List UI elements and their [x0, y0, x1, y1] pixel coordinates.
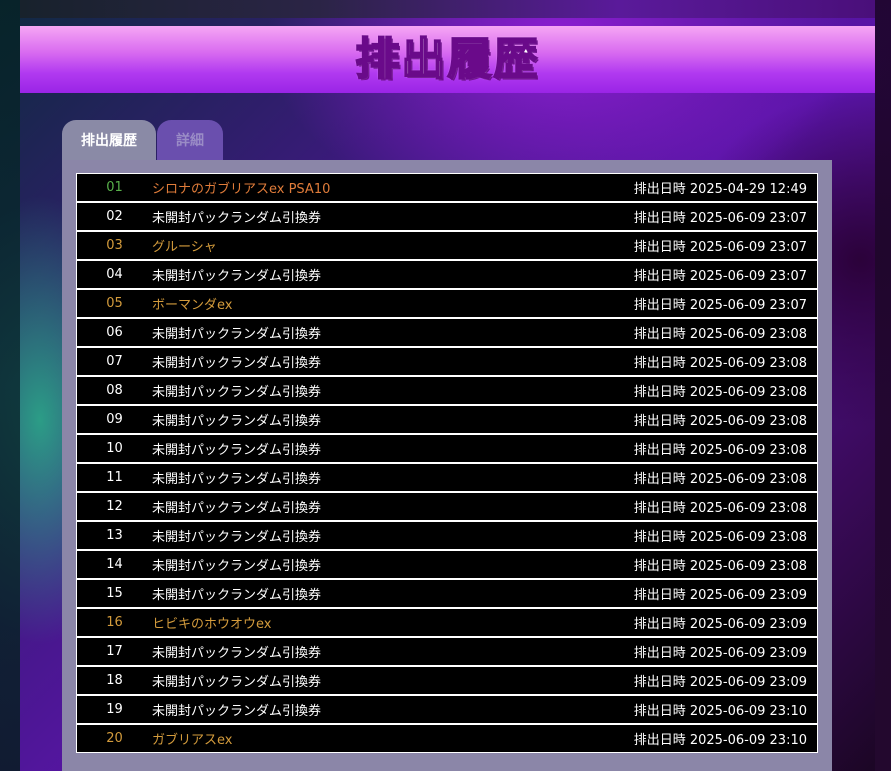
background-left-edge [0, 0, 20, 771]
history-row[interactable]: 03 グルーシャ 排出日時 2025-06-09 23:07 [77, 232, 817, 259]
history-row-timestamp: 排出日時 2025-06-09 23:08 [633, 385, 807, 400]
history-row-item-name: 未開封パックランダム引換券 [152, 443, 322, 458]
history-row[interactable]: 05 ボーマンダex 排出日時 2025-06-09 23:07 [77, 290, 817, 317]
history-row-timestamp: 排出日時 2025-06-09 23:08 [633, 559, 807, 574]
history-row-number: 12 [106, 499, 123, 514]
history-row-number: 17 [106, 644, 123, 659]
history-row-number: 08 [106, 383, 123, 398]
history-row-timestamp: 排出日時 2025-06-09 23:07 [633, 240, 807, 255]
history-row-timestamp: 排出日時 2025-04-29 12:49 [633, 182, 807, 197]
history-row[interactable]: 16 ヒビキのホウオウex 排出日時 2025-06-09 23:09 [77, 609, 817, 636]
history-row-item-name: 未開封パックランダム引換券 [152, 414, 322, 429]
history-row[interactable]: 07 未開封パックランダム引換券 排出日時 2025-06-09 23:08 [77, 348, 817, 375]
history-row-number: 06 [106, 325, 123, 340]
history-row-item-name: 未開封パックランダム引換券 [152, 646, 322, 661]
history-row-timestamp: 排出日時 2025-06-09 23:08 [633, 443, 807, 458]
history-row-timestamp: 排出日時 2025-06-09 23:09 [633, 646, 807, 661]
history-row-number: 16 [106, 615, 123, 630]
history-row[interactable]: 09 未開封パックランダム引換券 排出日時 2025-06-09 23:08 [77, 406, 817, 433]
history-row-timestamp: 排出日時 2025-06-09 23:07 [633, 211, 807, 226]
history-row-timestamp: 排出日時 2025-06-09 23:08 [633, 414, 807, 429]
history-row-item-name: ボーマンダex [152, 298, 233, 313]
history-row-item-name: 未開封パックランダム引換券 [152, 530, 322, 545]
history-row-timestamp: 排出日時 2025-06-09 23:07 [633, 298, 807, 313]
history-row-timestamp: 排出日時 2025-06-09 23:08 [633, 356, 807, 371]
history-row[interactable]: 01 シロナのガブリアスex PSA10 排出日時 2025-04-29 12:49 [77, 174, 817, 201]
history-row-item-name: グルーシャ [152, 240, 217, 255]
history-row[interactable]: 19 未開封パックランダム引換券 排出日時 2025-06-09 23:10 [77, 696, 817, 723]
tab-details[interactable]: 詳細 [157, 120, 223, 160]
history-row-timestamp: 排出日時 2025-06-09 23:09 [633, 675, 807, 690]
history-row-item-name: 未開封パックランダム引換券 [152, 675, 322, 690]
history-row-item-name: ガブリアスex [152, 733, 233, 748]
history-row-timestamp: 排出日時 2025-06-09 23:08 [633, 327, 807, 342]
history-row-number: 02 [106, 209, 123, 224]
history-row[interactable]: 12 未開封パックランダム引換券 排出日時 2025-06-09 23:08 [77, 493, 817, 520]
tab-history[interactable]: 排出履歴 [62, 120, 156, 160]
history-row-item-name: 未開封パックランダム引換券 [152, 211, 322, 226]
history-row-number: 05 [106, 296, 123, 311]
history-row-item-name: 未開封パックランダム引換券 [152, 704, 322, 719]
history-row[interactable]: 08 未開封パックランダム引換券 排出日時 2025-06-09 23:08 [77, 377, 817, 404]
history-row-number: 01 [106, 180, 123, 195]
history-row-item-name: 未開封パックランダム引換券 [152, 559, 322, 574]
history-row-timestamp: 排出日時 2025-06-09 23:07 [633, 269, 807, 284]
history-row-number: 13 [106, 528, 123, 543]
history-row-item-name: ヒビキのホウオウex [152, 617, 272, 632]
history-row-timestamp: 排出日時 2025-06-09 23:08 [633, 472, 807, 487]
history-row[interactable]: 06 未開封パックランダム引換券 排出日時 2025-06-09 23:08 [77, 319, 817, 346]
history-row-timestamp: 排出日時 2025-06-09 23:09 [633, 588, 807, 603]
history-row-item-name: 未開封パックランダム引換券 [152, 269, 322, 284]
history-row[interactable]: 13 未開封パックランダム引換券 排出日時 2025-06-09 23:08 [77, 522, 817, 549]
history-row[interactable]: 10 未開封パックランダム引換券 排出日時 2025-06-09 23:08 [77, 435, 817, 462]
title-banner: 排出履歴 [20, 26, 875, 93]
history-row-number: 20 [106, 731, 123, 746]
history-row-timestamp: 排出日時 2025-06-09 23:10 [633, 704, 807, 719]
history-row-number: 11 [106, 470, 123, 485]
history-row-item-name: シロナのガブリアスex PSA10 [152, 182, 331, 197]
history-row[interactable]: 20 ガブリアスex 排出日時 2025-06-09 23:10 [77, 725, 817, 752]
history-row-item-name: 未開封パックランダム引換券 [152, 327, 322, 342]
history-row-item-name: 未開封パックランダム引換券 [152, 501, 322, 516]
history-row[interactable]: 02 未開封パックランダム引換券 排出日時 2025-06-09 23:07 [77, 203, 817, 230]
history-row-timestamp: 排出日時 2025-06-09 23:09 [633, 617, 807, 632]
history-row-number: 14 [106, 557, 123, 572]
history-row-number: 07 [106, 354, 123, 369]
history-row-item-name: 未開封パックランダム引換券 [152, 472, 322, 487]
history-row-item-name: 未開封パックランダム引換券 [152, 588, 322, 603]
history-row-timestamp: 排出日時 2025-06-09 23:10 [633, 733, 807, 748]
history-row-number: 03 [106, 238, 123, 253]
history-row-item-name: 未開封パックランダム引換券 [152, 385, 322, 400]
history-row-number: 18 [106, 673, 123, 688]
history-row[interactable]: 04 未開封パックランダム引換券 排出日時 2025-06-09 23:07 [77, 261, 817, 288]
history-row-number: 15 [106, 586, 123, 601]
history-row-number: 19 [106, 702, 123, 717]
background-right-edge [875, 0, 891, 771]
history-row-timestamp: 排出日時 2025-06-09 23:08 [633, 501, 807, 516]
history-row-number: 04 [106, 267, 123, 282]
history-list: 01 シロナのガブリアスex PSA10 排出日時 2025-04-29 12:49… [76, 173, 818, 753]
tab-bar: 排出履歴 詳細 [62, 120, 223, 160]
page-title: 排出履歴 [355, 33, 540, 85]
history-row[interactable]: 15 未開封パックランダム引換券 排出日時 2025-06-09 23:09 [77, 580, 817, 607]
history-row-timestamp: 排出日時 2025-06-09 23:08 [633, 530, 807, 545]
history-row[interactable]: 11 未開封パックランダム引換券 排出日時 2025-06-09 23:08 [77, 464, 817, 491]
top-strip [20, 0, 875, 18]
history-row-number: 09 [106, 412, 123, 427]
history-row[interactable]: 18 未開封パックランダム引換券 排出日時 2025-06-09 23:09 [77, 667, 817, 694]
history-row[interactable]: 14 未開封パックランダム引換券 排出日時 2025-06-09 23:08 [77, 551, 817, 578]
history-row-item-name: 未開封パックランダム引換券 [152, 356, 322, 371]
history-row-number: 10 [106, 441, 123, 456]
history-row[interactable]: 17 未開封パックランダム引換券 排出日時 2025-06-09 23:09 [77, 638, 817, 665]
